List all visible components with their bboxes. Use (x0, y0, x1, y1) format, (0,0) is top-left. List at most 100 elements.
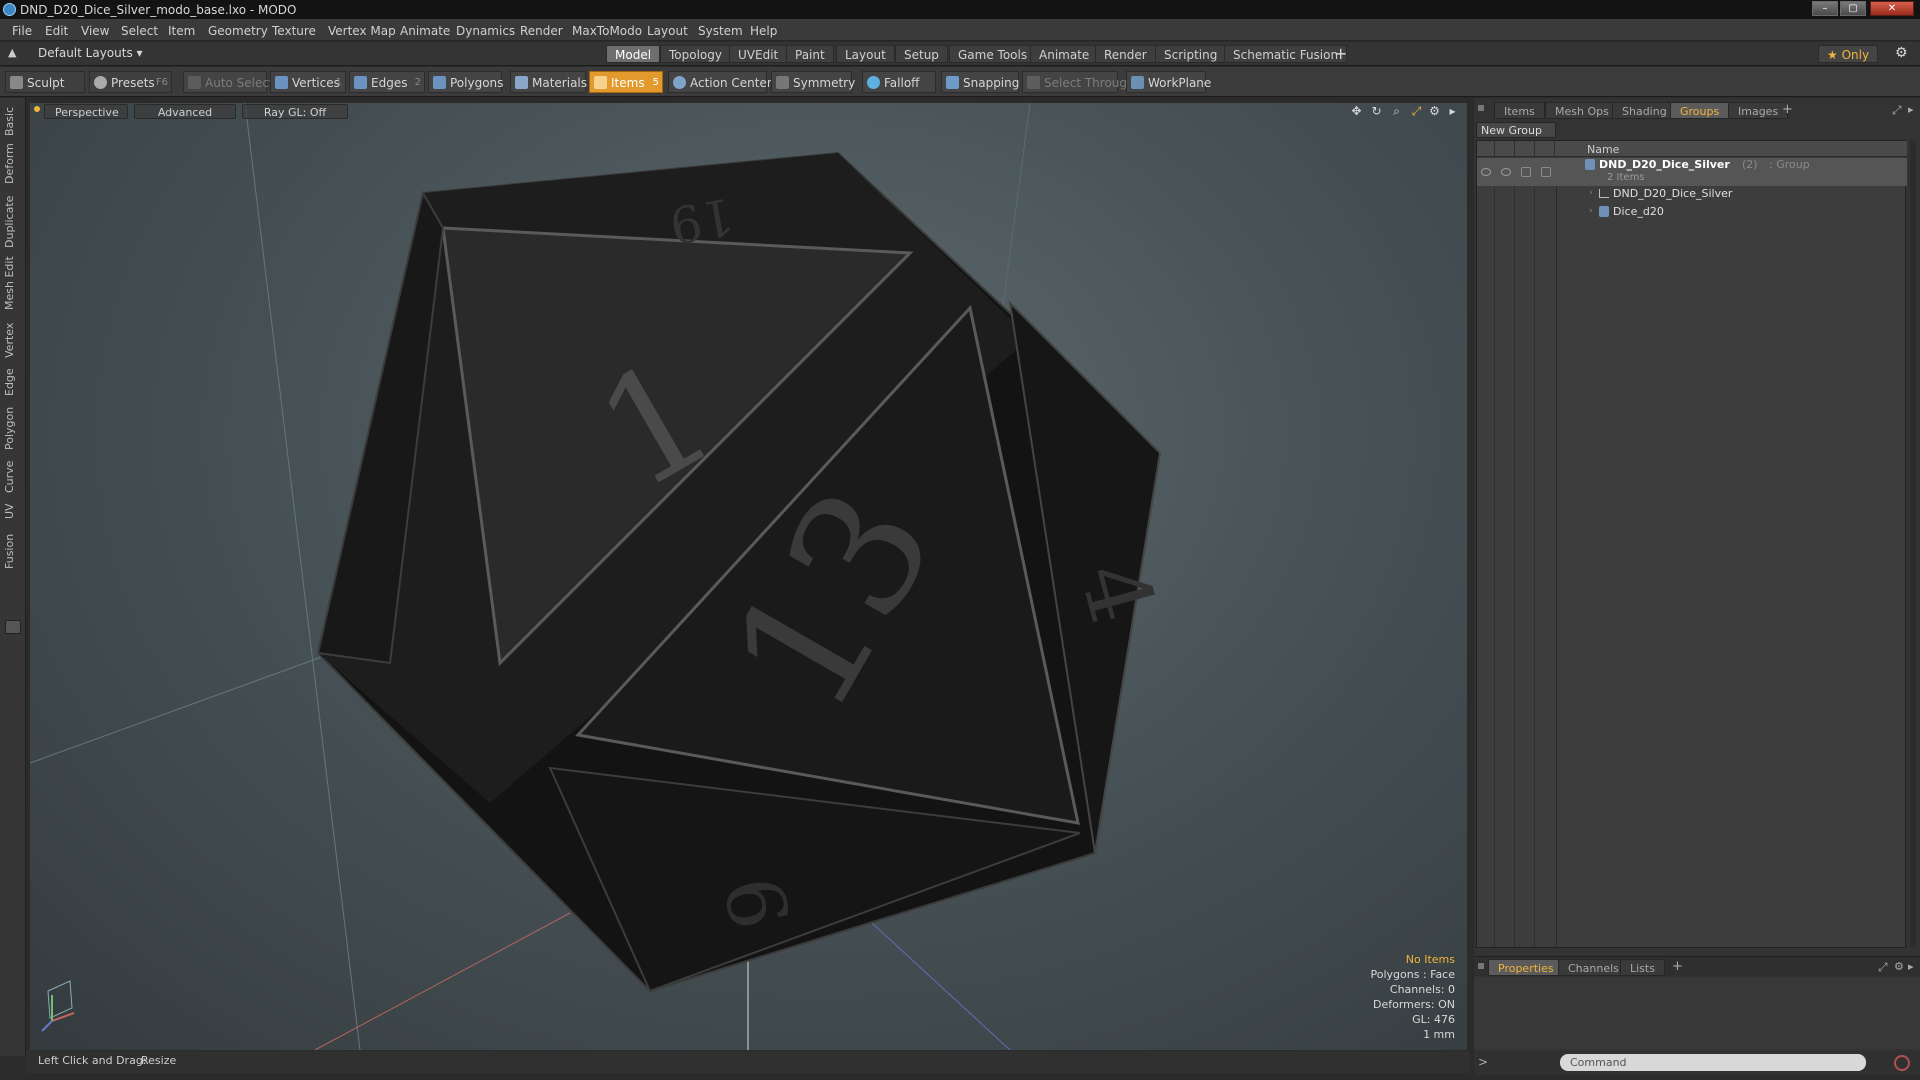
gear-icon[interactable]: ⚙ (1895, 45, 1908, 61)
3d-viewport[interactable]: 1 13 19 4 9 Perspective Advanced Ray GL:… (30, 103, 1467, 1050)
presets-button[interactable]: Presets F6 (89, 71, 172, 93)
symmetry-button[interactable]: Symmetry (771, 71, 855, 93)
new-group-button[interactable]: New Group (1476, 122, 1556, 138)
tab-polygon[interactable]: Polygon (3, 404, 23, 452)
tab-uv[interactable]: UV (3, 500, 23, 522)
tab-groups[interactable]: Groups (1670, 102, 1730, 119)
tab-topology[interactable]: Topology (660, 45, 731, 63)
tab-mesh-ops[interactable]: Mesh Ops (1545, 102, 1619, 119)
tab-lists[interactable]: Lists (1620, 959, 1665, 976)
menu-item[interactable]: Item (168, 24, 195, 38)
tab-vertex[interactable]: Vertex (3, 320, 23, 360)
workplane-button[interactable]: WorkPlane (1126, 71, 1211, 93)
panel-options-icon[interactable] (1478, 105, 1484, 111)
tab-deform[interactable]: Deform (3, 143, 23, 184)
tab-shading[interactable]: Shading (1612, 102, 1677, 119)
menu-vertex-map[interactable]: Vertex Map (328, 24, 396, 38)
shading-dropdown[interactable]: Advanced (134, 104, 236, 119)
items-button[interactable]: Items 5 (589, 71, 663, 93)
tab-paint[interactable]: Paint (786, 45, 834, 63)
tab-setup[interactable]: Setup (895, 45, 948, 63)
visibility-column-eye-icon[interactable] (1477, 141, 1495, 157)
add-panel-tab-icon[interactable]: + (1782, 102, 1793, 117)
only-toggle[interactable]: ★ Only (1818, 45, 1879, 63)
close-button[interactable]: ✕ (1870, 1, 1914, 16)
list-item[interactable]: › Dice_d20 (1477, 204, 1907, 221)
tab-channels[interactable]: Channels (1558, 959, 1629, 976)
falloff-button[interactable]: Falloff (862, 71, 936, 93)
tab-schematic-fusion[interactable]: Schematic Fusion (1224, 45, 1348, 63)
tab-images[interactable]: Images (1728, 102, 1789, 119)
menu-layout[interactable]: Layout (647, 24, 688, 38)
sculpt-button[interactable]: Sculpt (5, 71, 85, 93)
command-history-icon[interactable] (1894, 1055, 1910, 1071)
tab-items[interactable]: Items (1494, 102, 1545, 119)
view-type-dropdown[interactable]: Perspective (44, 104, 128, 119)
tab-curve[interactable]: Curve (3, 458, 23, 496)
select-checkbox[interactable] (1541, 167, 1551, 177)
tab-layout[interactable]: Layout (836, 45, 895, 63)
tab-fusion[interactable]: Fusion (3, 530, 23, 572)
menu-render[interactable]: Render (520, 24, 563, 38)
add-properties-tab-icon[interactable]: + (1672, 959, 1683, 974)
lock-column-icon[interactable] (1517, 141, 1535, 157)
viewport-menu-arrow-icon[interactable]: ▸ (1446, 105, 1459, 118)
maximize-button[interactable]: ▢ (1840, 1, 1866, 16)
minimize-button[interactable]: – (1812, 1, 1838, 16)
render-icon[interactable] (1501, 168, 1511, 176)
collapse-arrow-icon[interactable]: ▲ (8, 46, 16, 59)
pan-icon[interactable]: ✥ (1350, 105, 1363, 118)
tab-render[interactable]: Render (1095, 45, 1156, 63)
menu-texture[interactable]: Texture (272, 24, 316, 38)
viewport-options-icon[interactable] (34, 106, 40, 112)
tab-mesh-edit[interactable]: Mesh Edit (3, 256, 23, 310)
tab-scripting[interactable]: Scripting (1155, 45, 1227, 63)
properties-maximize-icon[interactable]: ⤢ (1878, 960, 1888, 975)
rotate-icon[interactable]: ↻ (1370, 105, 1383, 118)
tab-edge[interactable]: Edge (3, 366, 23, 398)
menu-help[interactable]: Help (750, 24, 777, 38)
tab-model[interactable]: Model (606, 45, 661, 63)
properties-options-icon[interactable] (1478, 963, 1484, 969)
command-input[interactable]: Command (1560, 1054, 1866, 1071)
tab-animate[interactable]: Animate (1030, 45, 1099, 63)
render-column-icon[interactable] (1497, 141, 1515, 157)
panel-scrollbar[interactable] (1910, 140, 1916, 948)
panel-maximize-icon[interactable]: ⤢ (1892, 103, 1902, 118)
materials-button[interactable]: Materials (510, 71, 587, 93)
list-item[interactable]: › DND_D20_Dice_Silver (1477, 186, 1907, 203)
layouts-dropdown[interactable]: Default Layouts ▾ (38, 46, 143, 60)
select-column-icon[interactable] (1537, 141, 1555, 157)
tab-properties[interactable]: Properties (1488, 959, 1564, 976)
tab-game-tools[interactable]: Game Tools (949, 45, 1037, 63)
auto-select-button[interactable]: Auto Select (183, 71, 274, 93)
polygons-button[interactable]: Polygons (428, 71, 503, 93)
panel-menu-arrow-icon[interactable]: ▸ (1908, 103, 1914, 116)
menu-geometry[interactable]: Geometry (208, 24, 268, 38)
menu-animate[interactable]: Animate (400, 24, 450, 38)
lock-checkbox[interactable] (1521, 167, 1531, 177)
menu-maxtomodo[interactable]: MaxToModo (572, 24, 642, 38)
snapping-button[interactable]: Snapping (941, 71, 1019, 93)
group-row[interactable]: DND_D20_Dice_Silver (2) : Group 2 Items (1477, 158, 1907, 186)
raygl-toggle[interactable]: Ray GL: Off (242, 104, 348, 119)
menu-dynamics[interactable]: Dynamics (456, 24, 515, 38)
menu-file[interactable]: File (12, 24, 32, 38)
viewport-settings-icon[interactable]: ⚙ (1428, 105, 1441, 118)
menu-select[interactable]: Select (121, 24, 158, 38)
menu-system[interactable]: System (698, 24, 743, 38)
tab-uvedit[interactable]: UVEdit (729, 45, 788, 63)
fit-view-icon[interactable]: ⤢ (1410, 105, 1423, 118)
tab-duplicate[interactable]: Duplicate (3, 196, 23, 248)
edges-button[interactable]: Edges 2 (349, 71, 425, 93)
properties-menu-arrow-icon[interactable]: ▸ (1908, 960, 1914, 973)
menu-edit[interactable]: Edit (45, 24, 68, 38)
zoom-icon[interactable]: ⌕ (1390, 105, 1403, 118)
menu-view[interactable]: View (81, 24, 109, 38)
select-through-button[interactable]: Select Through (1022, 71, 1135, 93)
tab-basic[interactable]: Basic (3, 104, 23, 138)
properties-settings-icon[interactable]: ⚙ (1894, 960, 1904, 973)
action-center-button[interactable]: Action Center (668, 71, 772, 93)
vertices-button[interactable]: Vertices 1 (270, 71, 346, 93)
add-tab-icon[interactable]: + (1334, 44, 1347, 63)
